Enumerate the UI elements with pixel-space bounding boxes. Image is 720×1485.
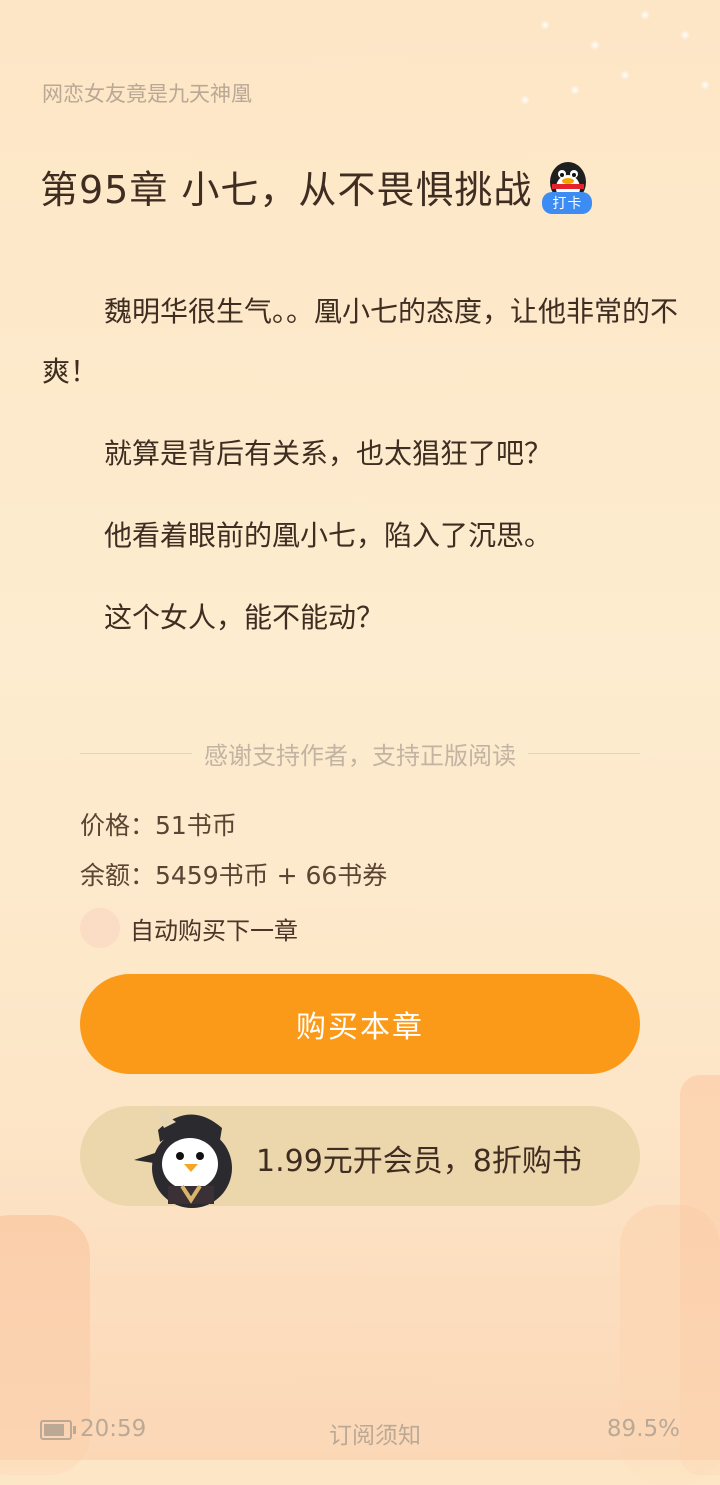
membership-text: 1.99元开会员，8折购书: [256, 1144, 582, 1179]
reading-progress: 89.5%: [606, 1416, 680, 1442]
support-text: 感谢支持作者，支持正版阅读: [204, 742, 516, 770]
support-divider: 感谢支持作者，支持正版阅读: [80, 736, 640, 771]
paragraph: 就算是背后有关系，也太猖狂了吧？: [104, 437, 553, 470]
book-title: 网恋女友竟是九天神凰: [42, 82, 252, 106]
auto-buy-label: 自动购买下一章: [130, 916, 298, 945]
auto-buy-toggle[interactable]: 自动购买下一章: [80, 908, 298, 948]
buy-chapter-button[interactable]: 购买本章: [80, 974, 640, 1074]
auto-buy-checkbox[interactable]: [80, 908, 120, 948]
penguin-mascot-icon: [134, 1106, 232, 1208]
battery-icon: [40, 1420, 76, 1440]
subscription-notice-link[interactable]: 订阅须知: [329, 1416, 421, 1450]
paragraph: 这个女人，能不能动？: [104, 601, 385, 634]
membership-button[interactable]: 1.99元开会员，8折购书: [80, 1106, 640, 1208]
time-text: 20:59: [80, 1416, 147, 1442]
reader-status-bar: 20:59 订阅须知 89.5%: [0, 1412, 720, 1452]
chapter-content: 魏明华很生气。。凰小七的态度，让他非常的不爽！ 就算是背后有关系，也太猖狂了吧？…: [42, 282, 682, 670]
divider-line-right: [528, 753, 640, 754]
battery-fill: [44, 1424, 65, 1436]
chapter-title: 第95章 小七，从不畏惧挑战 打卡: [40, 158, 596, 214]
checkin-label: 打卡: [542, 192, 593, 214]
paragraph: 他看着眼前的凰小七，陷入了沉思。: [104, 519, 553, 552]
price-text: 价格：51书币: [80, 811, 237, 840]
sparkle-decoration: [460, 0, 720, 120]
paragraph: 魏明华很生气。。凰小七的态度，让他非常的不爽！: [42, 295, 679, 388]
qq-checkin-badge[interactable]: 打卡: [540, 158, 596, 214]
divider-line-left: [80, 753, 192, 754]
chapter-title-text: 第95章 小七，从不畏惧挑战: [40, 167, 533, 212]
balance-text: 余额：5459书币 + 66书券: [80, 861, 388, 890]
